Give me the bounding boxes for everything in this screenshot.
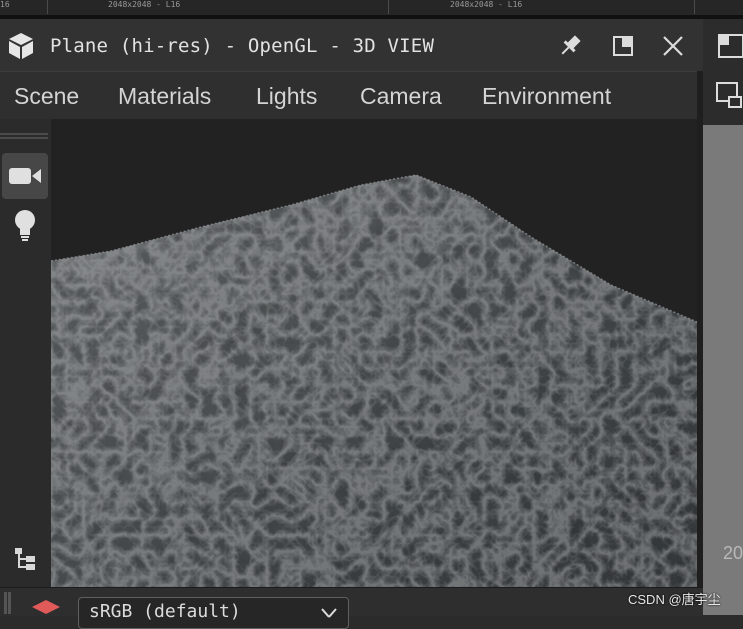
tab-fragment-label: 16: [0, 0, 10, 9]
scene-tree-button[interactable]: [2, 539, 48, 579]
texture-resolution-label: 2048x2048 - L16: [108, 0, 181, 9]
menu-lights[interactable]: Lights: [256, 83, 317, 110]
toolbar-grip[interactable]: [0, 133, 48, 135]
layout-icon[interactable]: [717, 33, 743, 59]
partial-label: 20: [723, 543, 743, 563]
light-tool-button[interactable]: [2, 203, 48, 249]
window-title-bar[interactable]: Plane (hi-res) - OpenGL - 3D VIEW: [0, 19, 703, 71]
menu-materials[interactable]: Materials: [118, 83, 211, 110]
tab-separator: [694, 0, 695, 14]
tab-separator: [388, 0, 389, 14]
menu-camera[interactable]: Camera: [360, 83, 442, 110]
viewport-bottom-bar: sRGB (default): [0, 587, 703, 629]
light-bulb-icon: [15, 210, 35, 241]
pin-button[interactable]: [556, 32, 584, 60]
texture-resolution-label: 2048x2048 - L16: [450, 0, 523, 9]
watermark-text: CSDN @唐宇尘: [628, 592, 721, 607]
camera-tool-button[interactable]: [2, 153, 48, 199]
color-profile-select[interactable]: sRGB (default): [78, 597, 349, 629]
document-tabs-strip: 16 2048x2048 - L16 2048x2048 - L16: [0, 0, 743, 16]
color-profile-value: sRGB (default): [89, 601, 241, 622]
color-profile-icon: [32, 600, 60, 614]
close-icon: [663, 36, 683, 56]
close-button[interactable]: [659, 32, 687, 60]
hierarchy-icon: [15, 548, 35, 570]
tab-separator: [47, 0, 48, 14]
3d-cube-icon: [9, 33, 33, 59]
terrain-render: [51, 119, 697, 587]
pin-icon: [561, 35, 581, 55]
right-panel: 20: [703, 19, 743, 615]
camera-icon: [9, 168, 41, 184]
viewport-left-toolbar: [0, 119, 50, 587]
maximize-icon: [613, 36, 633, 56]
toolbar-grip[interactable]: [4, 592, 7, 614]
right-panel-canvas[interactable]: [703, 125, 743, 615]
3d-viewport[interactable]: [51, 119, 697, 587]
maximize-button[interactable]: [609, 32, 637, 60]
display-settings-icon[interactable]: [715, 81, 743, 109]
viewport-menu-bar: Scene Materials Lights Camera Environmen…: [0, 71, 703, 120]
menu-environment[interactable]: Environment: [482, 83, 611, 110]
menu-scene[interactable]: Scene: [14, 83, 79, 110]
right-panel-header: [703, 19, 743, 125]
window-title: Plane (hi-res) - OpenGL - 3D VIEW: [50, 35, 435, 57]
chevron-down-icon: [321, 608, 337, 618]
